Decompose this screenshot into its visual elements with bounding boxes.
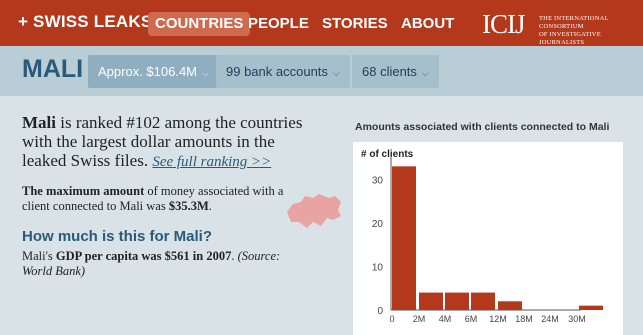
- y-tick-label: 30: [372, 175, 384, 186]
- chevron-down-icon: ⌵: [421, 68, 429, 78]
- histogram-chart: # of clients 0 10 20 30 0 2M 4M 6M 12M 18M 24M 30M: [353, 142, 623, 335]
- histogram-bar: [392, 166, 416, 310]
- max-amount-strong: The maximum amount: [22, 184, 145, 198]
- amount-pill-label: Approx. $106.4M: [98, 64, 198, 79]
- histogram-bar: [419, 292, 443, 310]
- x-tick-label: 18M: [515, 314, 533, 324]
- max-amount-value: $35.3M: [168, 199, 209, 213]
- y-tick-label: 20: [372, 219, 384, 230]
- icij-logo-line1: THE INTERNATIONAL CONSORTIUM: [539, 15, 609, 30]
- nav-stories[interactable]: STORIES: [315, 12, 395, 36]
- country-header: MALI Approx. $106.4M ⌵ 99 bank accounts ⌵ …: [0, 46, 643, 96]
- histogram-bar: [579, 305, 603, 310]
- nav-countries[interactable]: COUNTRIES: [148, 12, 251, 36]
- x-tick-label: 12M: [489, 314, 507, 324]
- bank-accounts-pill-label: 99 bank accounts: [226, 64, 328, 79]
- histogram-bar: [471, 292, 495, 310]
- nav-about[interactable]: ABOUT: [394, 12, 461, 36]
- clients-pill-label: 68 clients: [362, 64, 417, 79]
- x-tick-label: 6M: [465, 314, 478, 324]
- chart-title: Amounts associated with clients connecte…: [355, 121, 610, 133]
- gdp-prefix: Mali's: [22, 249, 56, 263]
- ranking-country-name: Mali: [22, 113, 56, 132]
- nav-people[interactable]: PEOPLE: [241, 12, 316, 36]
- icij-logo-line2: OF INVESTIGATIVE JOURNALISTS: [539, 31, 601, 46]
- amount-filter-pill[interactable]: Approx. $106.4M ⌵: [88, 55, 219, 88]
- x-tick-label: 2M: [413, 314, 426, 324]
- bank-accounts-pill[interactable]: 99 bank accounts ⌵: [216, 55, 350, 88]
- histogram-bar: [445, 292, 469, 310]
- y-tick-label: 10: [372, 262, 384, 273]
- ranking-summary: Mali is ranked #102 among the countries …: [22, 113, 322, 172]
- y-axis-label: # of clients: [361, 149, 414, 160]
- histogram-svg: # of clients 0 10 20 30 0 2M 4M 6M 12M 18M 24M 30M: [361, 149, 603, 324]
- country-title: MALI: [22, 55, 84, 83]
- swiss-leaks-logo[interactable]: + SWISS LEAKS: [18, 12, 152, 32]
- how-much-heading: How much is this for Mali?: [22, 228, 213, 245]
- icij-logo-mark: ICIJ: [482, 9, 525, 39]
- icij-logo-text: THE INTERNATIONAL CONSORTIUM OF INVESTIG…: [539, 15, 639, 47]
- histogram-bar: [498, 301, 522, 310]
- x-tick-label: 24M: [541, 314, 559, 324]
- chevron-down-icon: ⌵: [332, 68, 340, 78]
- x-tick-label: 4M: [439, 314, 452, 324]
- chevron-down-icon: ⌵: [202, 68, 209, 78]
- gdp-strong: GDP per capita was $561 in 2007: [55, 249, 232, 263]
- icij-logo[interactable]: ICIJ THE INTERNATIONAL CONSORTIUM OF INV…: [479, 9, 639, 46]
- max-amount-end: .: [208, 199, 212, 213]
- y-tick-label: 0: [377, 306, 383, 317]
- top-navigation: + SWISS LEAKS COUNTRIES PEOPLE STORIES A…: [0, 0, 643, 46]
- full-ranking-link[interactable]: See full ranking >>: [152, 154, 271, 170]
- x-tick-label: 30M: [568, 314, 586, 324]
- gdp-summary: Mali's GDP per capita was $561 in 2007. …: [22, 249, 312, 279]
- clients-pill[interactable]: 68 clients ⌵: [352, 55, 439, 88]
- max-amount-summary: The maximum amount of money associated w…: [22, 184, 312, 214]
- x-tick-label: 0: [389, 314, 394, 324]
